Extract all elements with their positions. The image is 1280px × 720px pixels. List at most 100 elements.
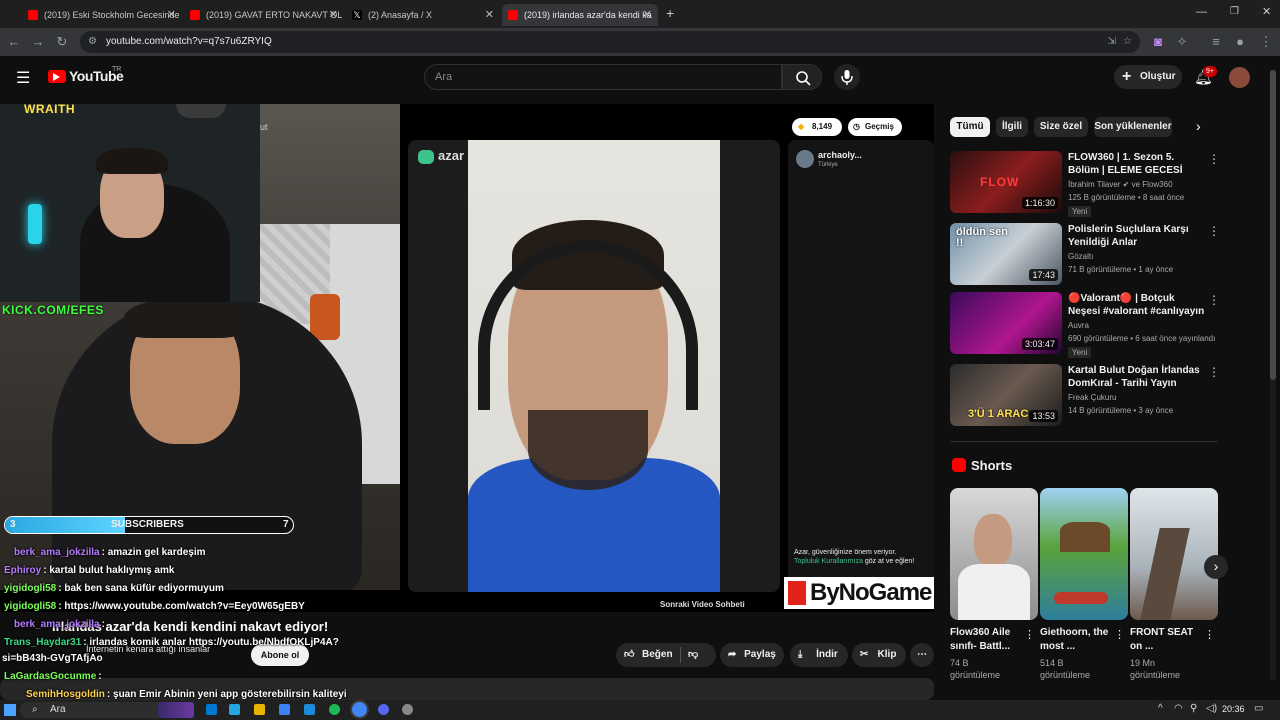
video-channel[interactable]: Auvra (1068, 320, 1218, 332)
close-icon[interactable]: ✕ (167, 4, 176, 26)
new-tab-icon[interactable]: + (666, 5, 674, 21)
video-menu-icon[interactable]: ⋮ (1208, 365, 1220, 379)
side-user-avatar (796, 150, 814, 168)
forward-icon[interactable]: → (30, 34, 46, 50)
short-menu-icon[interactable]: ⋮ (1204, 628, 1215, 641)
mail-icon[interactable] (279, 704, 290, 715)
install-icon[interactable]: ⇲ (1108, 31, 1116, 53)
discord-icon[interactable] (378, 704, 389, 715)
wifi-icon[interactable]: ◠ (1174, 703, 1183, 714)
more-actions-button[interactable]: ⋯ (910, 643, 934, 667)
video-thumbnail[interactable]: FLOW 1:16:30 (950, 151, 1062, 213)
mic-tray-icon[interactable]: ⚲ (1190, 703, 1197, 714)
chat-text: : (101, 619, 105, 630)
file-explorer-icon[interactable] (206, 704, 217, 715)
taskbar-search[interactable]: ⌕ Ara (20, 702, 166, 718)
short-title[interactable]: FRONT SEAT on ... (1130, 626, 1208, 654)
taskbar-clock[interactable]: 20:36 (1222, 704, 1245, 714)
close-icon[interactable]: ✕ (485, 4, 494, 26)
chevron-right-icon[interactable]: › (1196, 118, 1201, 134)
short-menu-icon[interactable]: ⋮ (1114, 628, 1125, 641)
restore-icon[interactable]: ❐ (1230, 6, 1239, 17)
video-title[interactable]: Kartal Bulut Doğan İrlandas DomKıral - T… (1068, 364, 1208, 390)
taskbar-widget[interactable] (158, 702, 194, 718)
folder-icon[interactable] (254, 704, 265, 715)
volume-icon[interactable]: ◁) (1206, 703, 1217, 714)
create-button[interactable]: + Oluştur (1114, 65, 1182, 89)
short-title[interactable]: Flow360 Aile sınıfı- Battl... (950, 626, 1028, 654)
search-button[interactable] (782, 64, 822, 90)
dislike-button[interactable]: 👎︎ (688, 643, 698, 667)
video-menu-icon[interactable]: ⋮ (1208, 293, 1220, 307)
new-badge: Yeni (1068, 206, 1092, 217)
video-menu-icon[interactable]: ⋮ (1208, 152, 1220, 166)
short-thumbnail[interactable] (1130, 488, 1218, 620)
close-icon[interactable]: ✕ (643, 4, 652, 26)
video-thumbnail[interactable]: 3'Ü 1 ARAC 13:53 (950, 364, 1062, 426)
safety-notice: Azar, güvenliğinize önem veriyor. Toplul… (794, 548, 924, 566)
chrome-icon[interactable] (352, 702, 367, 717)
short-title[interactable]: Giethoorn, the most ... (1040, 626, 1118, 654)
video-title[interactable]: FLOW360 | 1. Sezon 5. Bölüm | ELEME GECE… (1068, 151, 1208, 177)
chip-for-you[interactable]: Size özel (1034, 117, 1088, 137)
browser-tab-2[interactable]: (2019) GAVAT ERTO NAKAVT OL ✕ (184, 4, 344, 26)
chip-all[interactable]: Tümü (950, 117, 990, 137)
download-button[interactable]: ⤓ İndir (790, 643, 848, 667)
short-menu-icon[interactable]: ⋮ (1024, 628, 1035, 641)
chip-related[interactable]: İlgili (996, 117, 1028, 137)
menu-dots-icon[interactable]: ⋮ (1258, 34, 1274, 50)
scrollbar[interactable] (1270, 70, 1276, 680)
search-input[interactable]: Ara (424, 64, 782, 90)
browser-tab-1[interactable]: (2019) Eski Stockholm Gecesinde ✕ (22, 4, 182, 26)
chat-username: berk_ama_jokzilla (14, 547, 100, 558)
bookmark-star-icon[interactable]: ☆ (1123, 31, 1132, 53)
voice-search-button[interactable] (834, 64, 860, 90)
share-button[interactable]: ➦ Paylaş (720, 643, 784, 667)
site-info-icon[interactable]: ⚙ (88, 31, 97, 53)
hamburger-menu-icon[interactable]: ☰ (16, 68, 30, 88)
like-button[interactable]: 👍︎ Beğen (616, 643, 678, 667)
tray-chevron-icon[interactable]: ^ (1158, 703, 1163, 714)
video-thumbnail[interactable]: öldün sen !! 17:43 (950, 223, 1062, 285)
browser-tab-4[interactable]: (2019) irlandas azar'da kendi ka ✕ (502, 4, 658, 26)
short-thumbnail[interactable] (1040, 488, 1128, 620)
divider (680, 647, 681, 663)
youtube-favicon-icon (508, 10, 518, 20)
scissors-icon: ✂ (860, 649, 869, 660)
window-close-icon[interactable]: ✕ (1262, 5, 1271, 18)
address-bar[interactable]: ⚙ youtube.com/watch?v=q7s7u6ZRYIQ ⇲ ☆ (80, 31, 1140, 53)
clip-button[interactable]: ✂ Klip (852, 643, 906, 667)
close-icon[interactable]: ✕ (329, 4, 338, 26)
short-meta: 514 B görüntüleme (1040, 657, 1120, 681)
shorts-next-button[interactable]: › (1204, 555, 1228, 579)
store-icon[interactable] (304, 704, 315, 715)
app-icon[interactable] (402, 704, 413, 715)
video-player[interactable]: WRAITH KICK.COM/EFES ut ◆ 8,149 ◷ Geçmiş… (0, 104, 934, 612)
browser-tab-3[interactable]: 𝕏 (2) Anasayfa / X ✕ (346, 4, 500, 26)
microphone-icon (841, 70, 853, 85)
video-title[interactable]: 🔴Valorant🔴 | Botçuk Neşesi #valorant #ca… (1068, 292, 1208, 318)
avatar[interactable] (1229, 67, 1250, 88)
extension-icon[interactable]: ◙ (1150, 34, 1166, 50)
video-thumbnail[interactable]: 3:03:47 (950, 292, 1062, 354)
scrollbar-thumb[interactable] (1270, 70, 1276, 380)
chip-recent[interactable]: Son yüklenenler (1094, 117, 1172, 137)
video-channel[interactable]: İbrahim Tilaver ✔ ve Flow360 (1068, 179, 1218, 191)
profile-icon[interactable]: ● (1232, 34, 1248, 50)
spotify-icon[interactable] (329, 704, 340, 715)
video-channel[interactable]: Freak Çukuru (1068, 392, 1218, 404)
short-views: 19 Mn (1130, 658, 1156, 668)
short-thumbnail[interactable] (950, 488, 1038, 620)
windows-start-icon[interactable] (4, 704, 16, 716)
video-title[interactable]: Polislerin Suçlulara Karşı Yenildiği Anl… (1068, 223, 1208, 249)
video-menu-icon[interactable]: ⋮ (1208, 224, 1220, 238)
short-face (974, 514, 1012, 566)
video-channel[interactable]: Gözaltı (1068, 251, 1218, 263)
back-icon[interactable]: ← (6, 34, 22, 50)
reload-icon[interactable]: ↻ (54, 34, 70, 50)
notification-center-icon[interactable]: ▭ (1254, 703, 1263, 714)
edge-icon[interactable] (229, 704, 240, 715)
reading-list-icon[interactable]: ≡ (1208, 34, 1224, 50)
extensions-puzzle-icon[interactable]: ✧ (1174, 34, 1190, 50)
minimize-icon[interactable]: — (1196, 6, 1207, 18)
